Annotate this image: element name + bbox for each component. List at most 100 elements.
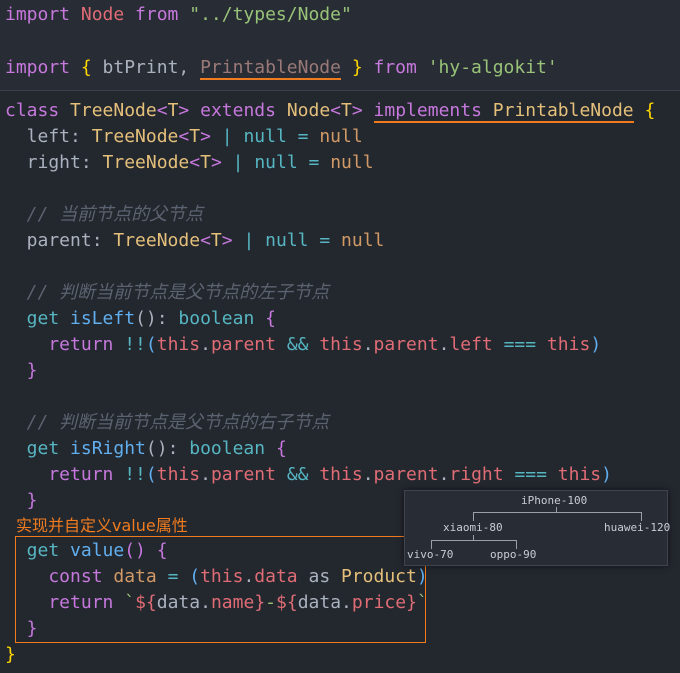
annotation-label: 实现并自定义value属性 bbox=[16, 516, 188, 535]
code-token: PrintableNode bbox=[492, 100, 634, 123]
code-token: . bbox=[200, 464, 211, 485]
code-token: parent bbox=[373, 334, 439, 355]
code-token: parent bbox=[210, 334, 287, 355]
tree-node-root: iPhone-100 bbox=[521, 494, 588, 507]
code-token: !! bbox=[124, 464, 146, 485]
code-token: boolean bbox=[178, 308, 266, 329]
code-token: from bbox=[373, 57, 428, 78]
code-token: null bbox=[341, 230, 385, 251]
highlight-box bbox=[15, 536, 426, 643]
code-token: return bbox=[5, 464, 125, 485]
tree-print-popup: iPhone-100 xiaomi-80 huawei-120 vivo-70 … bbox=[404, 490, 671, 566]
code-token: = bbox=[319, 230, 342, 251]
code-token: T bbox=[189, 126, 201, 147]
code-token: null bbox=[330, 152, 374, 173]
code-line: import { btPrint, PrintableNode } from '… bbox=[5, 55, 558, 81]
code-token: { bbox=[80, 57, 103, 78]
code-token: import bbox=[5, 4, 81, 25]
code-token: | bbox=[243, 230, 266, 251]
tree-node-right: huawei-120 bbox=[604, 521, 671, 534]
code-token: T bbox=[210, 230, 222, 251]
code-token: isRight bbox=[70, 438, 146, 459]
code-line: right: TreeNode<T> | null = null bbox=[5, 150, 374, 176]
code-token: > bbox=[221, 230, 244, 251]
code-token: = bbox=[297, 126, 320, 147]
code-token: null bbox=[243, 126, 298, 147]
code-token: get bbox=[5, 438, 71, 459]
code-token: { bbox=[275, 438, 287, 459]
code-token: right bbox=[449, 464, 515, 485]
tree-connector bbox=[473, 512, 642, 521]
code-token: right: bbox=[5, 152, 103, 173]
code-line: } bbox=[5, 358, 38, 384]
code-token: left: bbox=[5, 126, 92, 147]
code-token: = bbox=[308, 152, 331, 173]
code-token: Node bbox=[80, 4, 136, 25]
code-token: TreeNode bbox=[113, 230, 201, 251]
code-token: this bbox=[156, 334, 201, 355]
code-token: implements bbox=[373, 100, 493, 123]
code-token: . bbox=[438, 464, 450, 485]
code-token: PrintableNode bbox=[200, 57, 341, 80]
code-token: Node bbox=[286, 100, 331, 121]
code-token: return bbox=[5, 334, 125, 355]
code-line: } bbox=[5, 488, 38, 514]
code-token: < bbox=[156, 100, 168, 121]
code-token: } bbox=[5, 644, 16, 665]
code-token: === bbox=[503, 334, 547, 355]
code-token: parent: bbox=[5, 230, 114, 251]
code-token: < bbox=[330, 100, 342, 121]
code-token: > bbox=[210, 152, 233, 173]
code-token: this bbox=[156, 464, 201, 485]
code-token: !! bbox=[124, 334, 146, 355]
tree-node-left: xiaomi-80 bbox=[443, 521, 503, 534]
code-token: (): bbox=[135, 308, 179, 329]
code-token: TreeNode bbox=[91, 126, 179, 147]
code-line: parent: TreeNode<T> | null = null bbox=[5, 228, 385, 254]
code-token: extends bbox=[200, 100, 287, 121]
code-line: import Node from "../types/Node" bbox=[5, 2, 352, 28]
code-token: this bbox=[546, 334, 591, 355]
code-token: null bbox=[319, 126, 363, 147]
code-token: btPrint, bbox=[102, 57, 201, 78]
code-token: && bbox=[286, 464, 320, 485]
code-token: < bbox=[189, 152, 201, 173]
code-token: this bbox=[557, 464, 602, 485]
code-token: . bbox=[362, 334, 374, 355]
code-token: > bbox=[200, 126, 222, 147]
code-token: > bbox=[351, 100, 374, 121]
code-line: return !!(this.parent && this.parent.rig… bbox=[5, 462, 612, 488]
code-token: 'hy-algokit' bbox=[427, 57, 558, 78]
code-token: { bbox=[265, 308, 276, 329]
code-token: } bbox=[5, 490, 38, 511]
code-token: TreeNode bbox=[70, 100, 157, 121]
code-token: > bbox=[178, 100, 201, 121]
code-token: "../types/Node" bbox=[189, 4, 352, 25]
code-token: . bbox=[200, 334, 211, 355]
code-token: ) bbox=[590, 334, 602, 355]
code-line: left: TreeNode<T> | null = null bbox=[5, 124, 363, 150]
code-token: null bbox=[254, 152, 309, 173]
code-token: TreeNode bbox=[102, 152, 190, 173]
code-line: get isLeft(): boolean { bbox=[5, 306, 276, 332]
code-token: this bbox=[319, 334, 363, 355]
code-token: class bbox=[5, 100, 71, 121]
code-token: ( bbox=[145, 334, 157, 355]
code-line: class TreeNode<T> extends Node<T> implem… bbox=[5, 98, 655, 124]
tree-connector bbox=[556, 507, 557, 512]
code-line: get isRight(): boolean { bbox=[5, 436, 287, 462]
code-token: } bbox=[340, 57, 374, 78]
code-token: isLeft bbox=[70, 308, 136, 329]
code-token: && bbox=[286, 334, 320, 355]
code-token: parent bbox=[373, 464, 439, 485]
code-token: boolean bbox=[189, 438, 276, 459]
code-token: // 判断当前节点是父节点的左子节点 bbox=[5, 282, 330, 303]
code-token: | bbox=[221, 126, 244, 147]
code-token: T bbox=[341, 100, 352, 121]
tree-node-left-left: vivo-70 bbox=[407, 548, 454, 561]
code-token: < bbox=[178, 126, 190, 147]
code-line: // 当前节点的父节点 bbox=[5, 202, 204, 228]
code-token: < bbox=[200, 230, 211, 251]
code-token: T bbox=[167, 100, 179, 121]
code-token: ( bbox=[145, 464, 157, 485]
